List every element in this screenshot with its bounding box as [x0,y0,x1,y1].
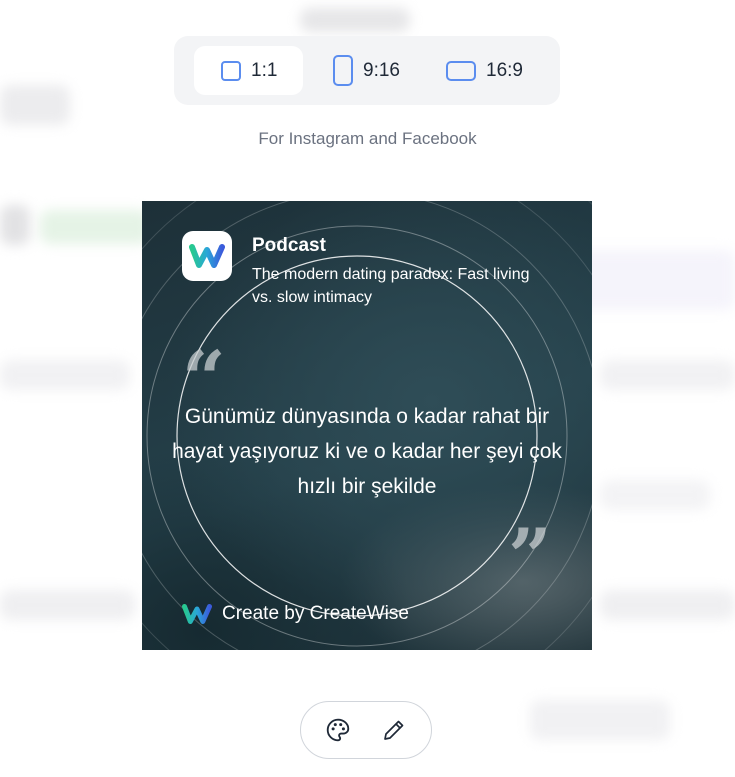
ratio-label: 1:1 [251,59,278,81]
pencil-icon [384,720,404,740]
background-blur [600,360,735,390]
background-blur [0,360,130,390]
background-blur [0,205,30,245]
close-quote-icon: ” [508,512,552,601]
format-description: For Instagram and Facebook [258,129,477,148]
background-blur [40,210,150,244]
card-label: Podcast [252,235,326,256]
ratio-label: 16:9 [486,59,523,81]
ratio-option-16-9[interactable]: 16:9 [420,46,540,95]
card-footer: Create by CreateWise [182,603,409,625]
ratio-option-9-16[interactable]: 9:16 [306,46,416,95]
quote-text: Günümüz dünyasında o kadar rahat bir hay… [172,405,562,498]
background-blur [300,8,410,32]
background-blur [530,700,670,740]
square-ratio-icon [221,60,241,81]
ratio-option-1-1[interactable]: 1:1 [194,46,303,95]
footer-text: Create by CreateWise [222,603,409,624]
aspect-ratio-switcher: 1:1 9:16 16:9 [174,36,560,105]
episode-title: The modern dating paradox: Fast living v… [252,266,530,306]
landscape-ratio-icon [446,60,476,81]
palette-button[interactable] [324,716,352,744]
background-blur [0,85,70,125]
createwise-small-logo-icon [182,604,212,624]
createwise-logo-icon [182,231,232,281]
background-blur [600,590,735,620]
edit-button[interactable] [380,716,408,744]
palette-icon [326,718,350,742]
portrait-ratio-icon [333,55,353,86]
ratio-label: 9:16 [363,59,400,81]
card-tools [300,701,432,759]
background-blur [600,480,710,510]
background-blur [0,590,135,620]
quote-card-preview: Podcast The modern dating paradox: Fast … [142,201,592,650]
